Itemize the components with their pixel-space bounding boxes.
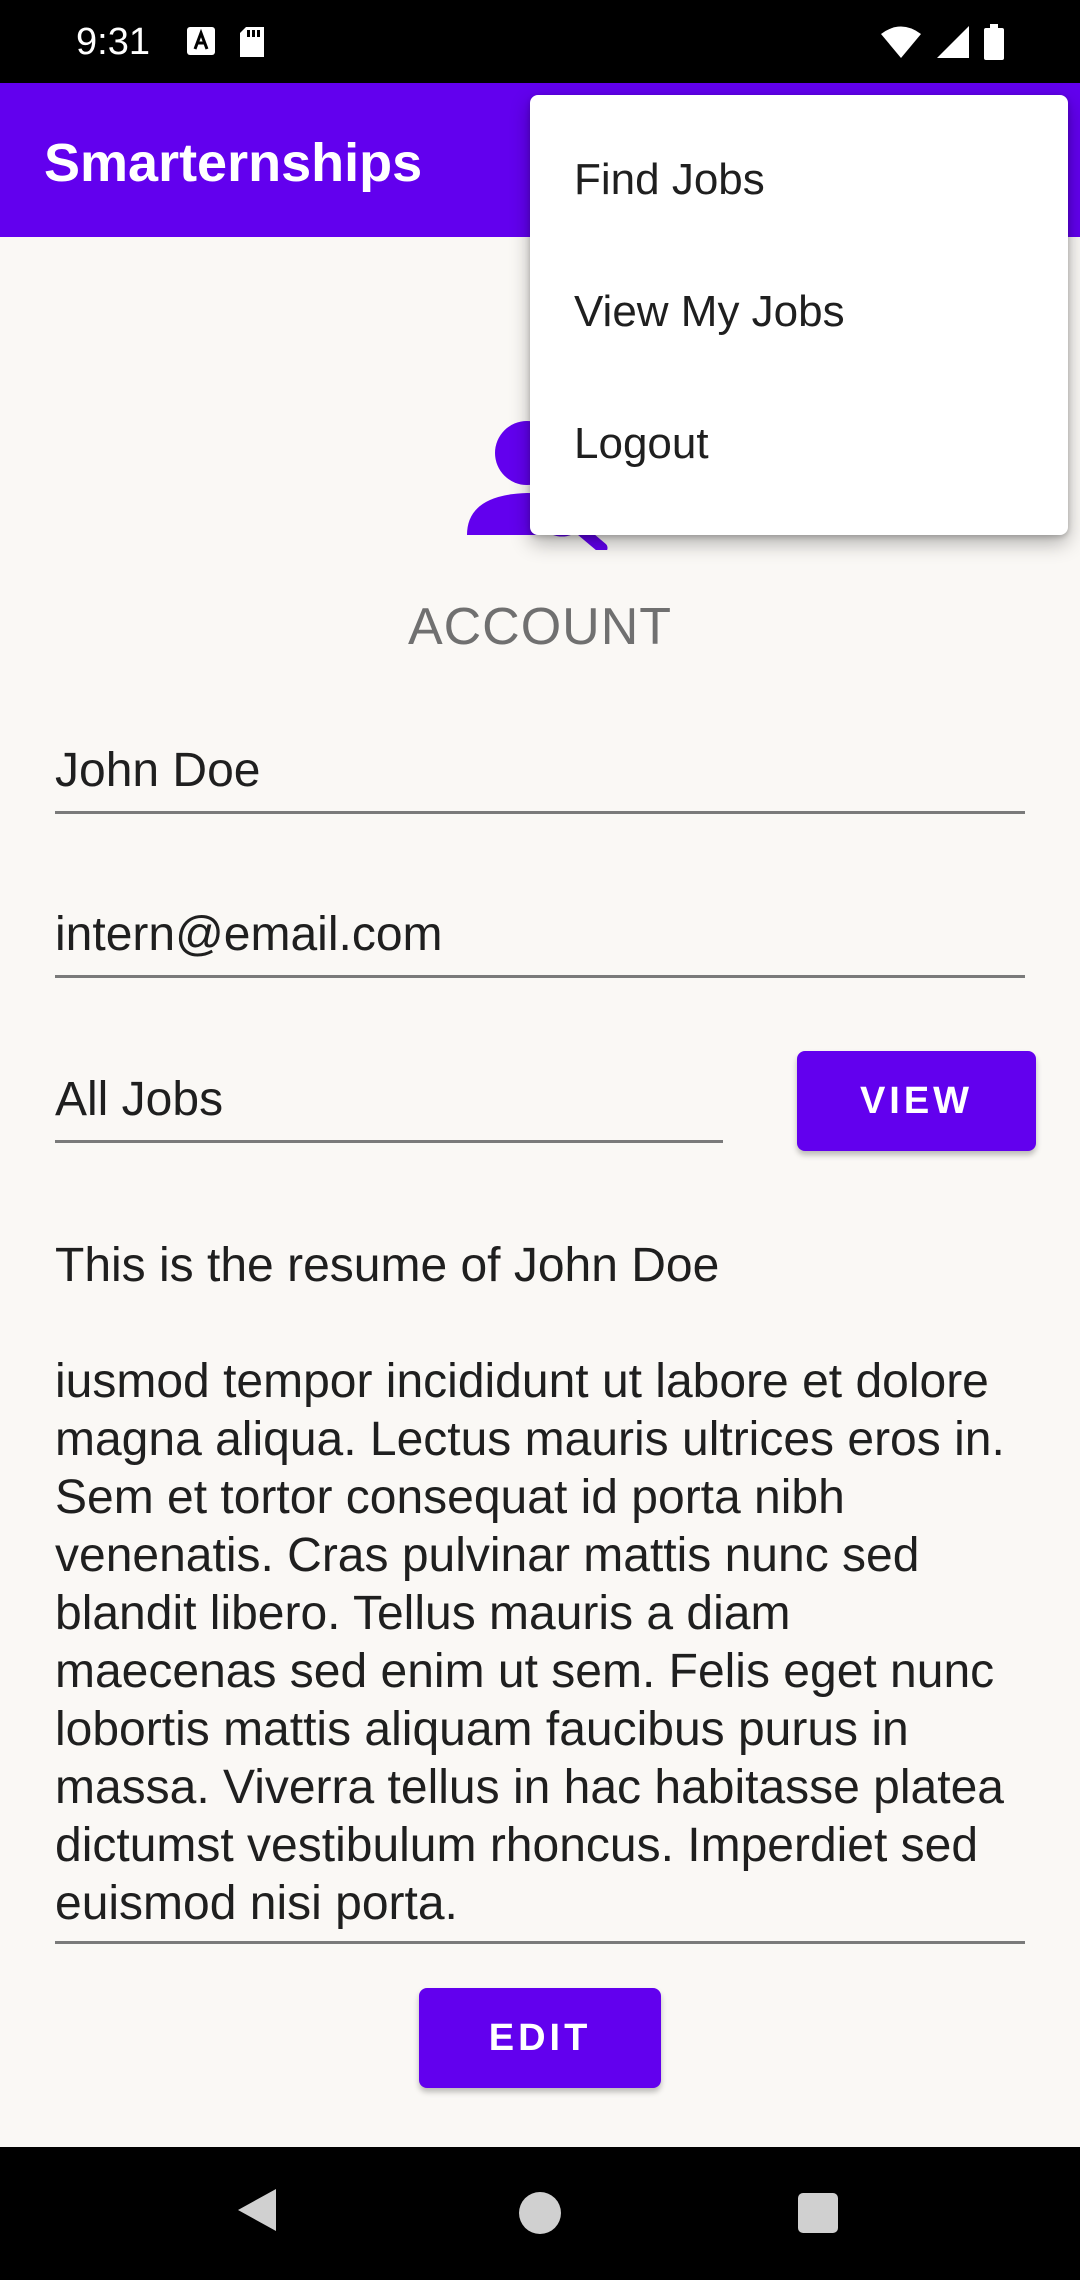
navigation-bar [0, 2147, 1080, 2280]
sd-card-icon [240, 27, 264, 57]
email-field[interactable]: intern@email.com [55, 905, 1025, 978]
jobs-field[interactable]: All Jobs [55, 1070, 723, 1143]
battery-icon [984, 24, 1004, 60]
menu-item-find-jobs[interactable]: Find Jobs [530, 135, 1068, 267]
app-title: Smarternships [44, 133, 423, 193]
recents-icon[interactable] [798, 2193, 838, 2233]
signal-icon [937, 26, 969, 58]
menu-item-logout[interactable]: Logout [530, 399, 1068, 531]
resume-field[interactable]: This is the resume of John Doe iusmod te… [55, 1237, 1025, 1944]
resume-title: This is the resume of John Doe [55, 1239, 720, 1292]
status-time: 9:31 [76, 21, 150, 63]
status-icons-right [880, 24, 1004, 60]
overflow-menu: Find Jobs View My Jobs Logout [530, 95, 1068, 535]
menu-item-view-my-jobs[interactable]: View My Jobs [530, 267, 1068, 399]
name-field[interactable]: John Doe [55, 741, 1025, 814]
edit-button[interactable]: EDIT [419, 1988, 661, 2088]
status-bar: 9:31 [0, 0, 1080, 83]
back-icon[interactable] [236, 2187, 278, 2233]
a-notification-icon [187, 27, 215, 55]
wifi-icon [881, 26, 921, 58]
status-icons-left [186, 26, 266, 58]
account-label: ACCOUNT [407, 598, 673, 656]
resume-body: iusmod tempor incididunt ut labore et do… [55, 1355, 1005, 1930]
home-icon[interactable] [519, 2192, 561, 2234]
view-button[interactable]: VIEW [797, 1051, 1036, 1151]
